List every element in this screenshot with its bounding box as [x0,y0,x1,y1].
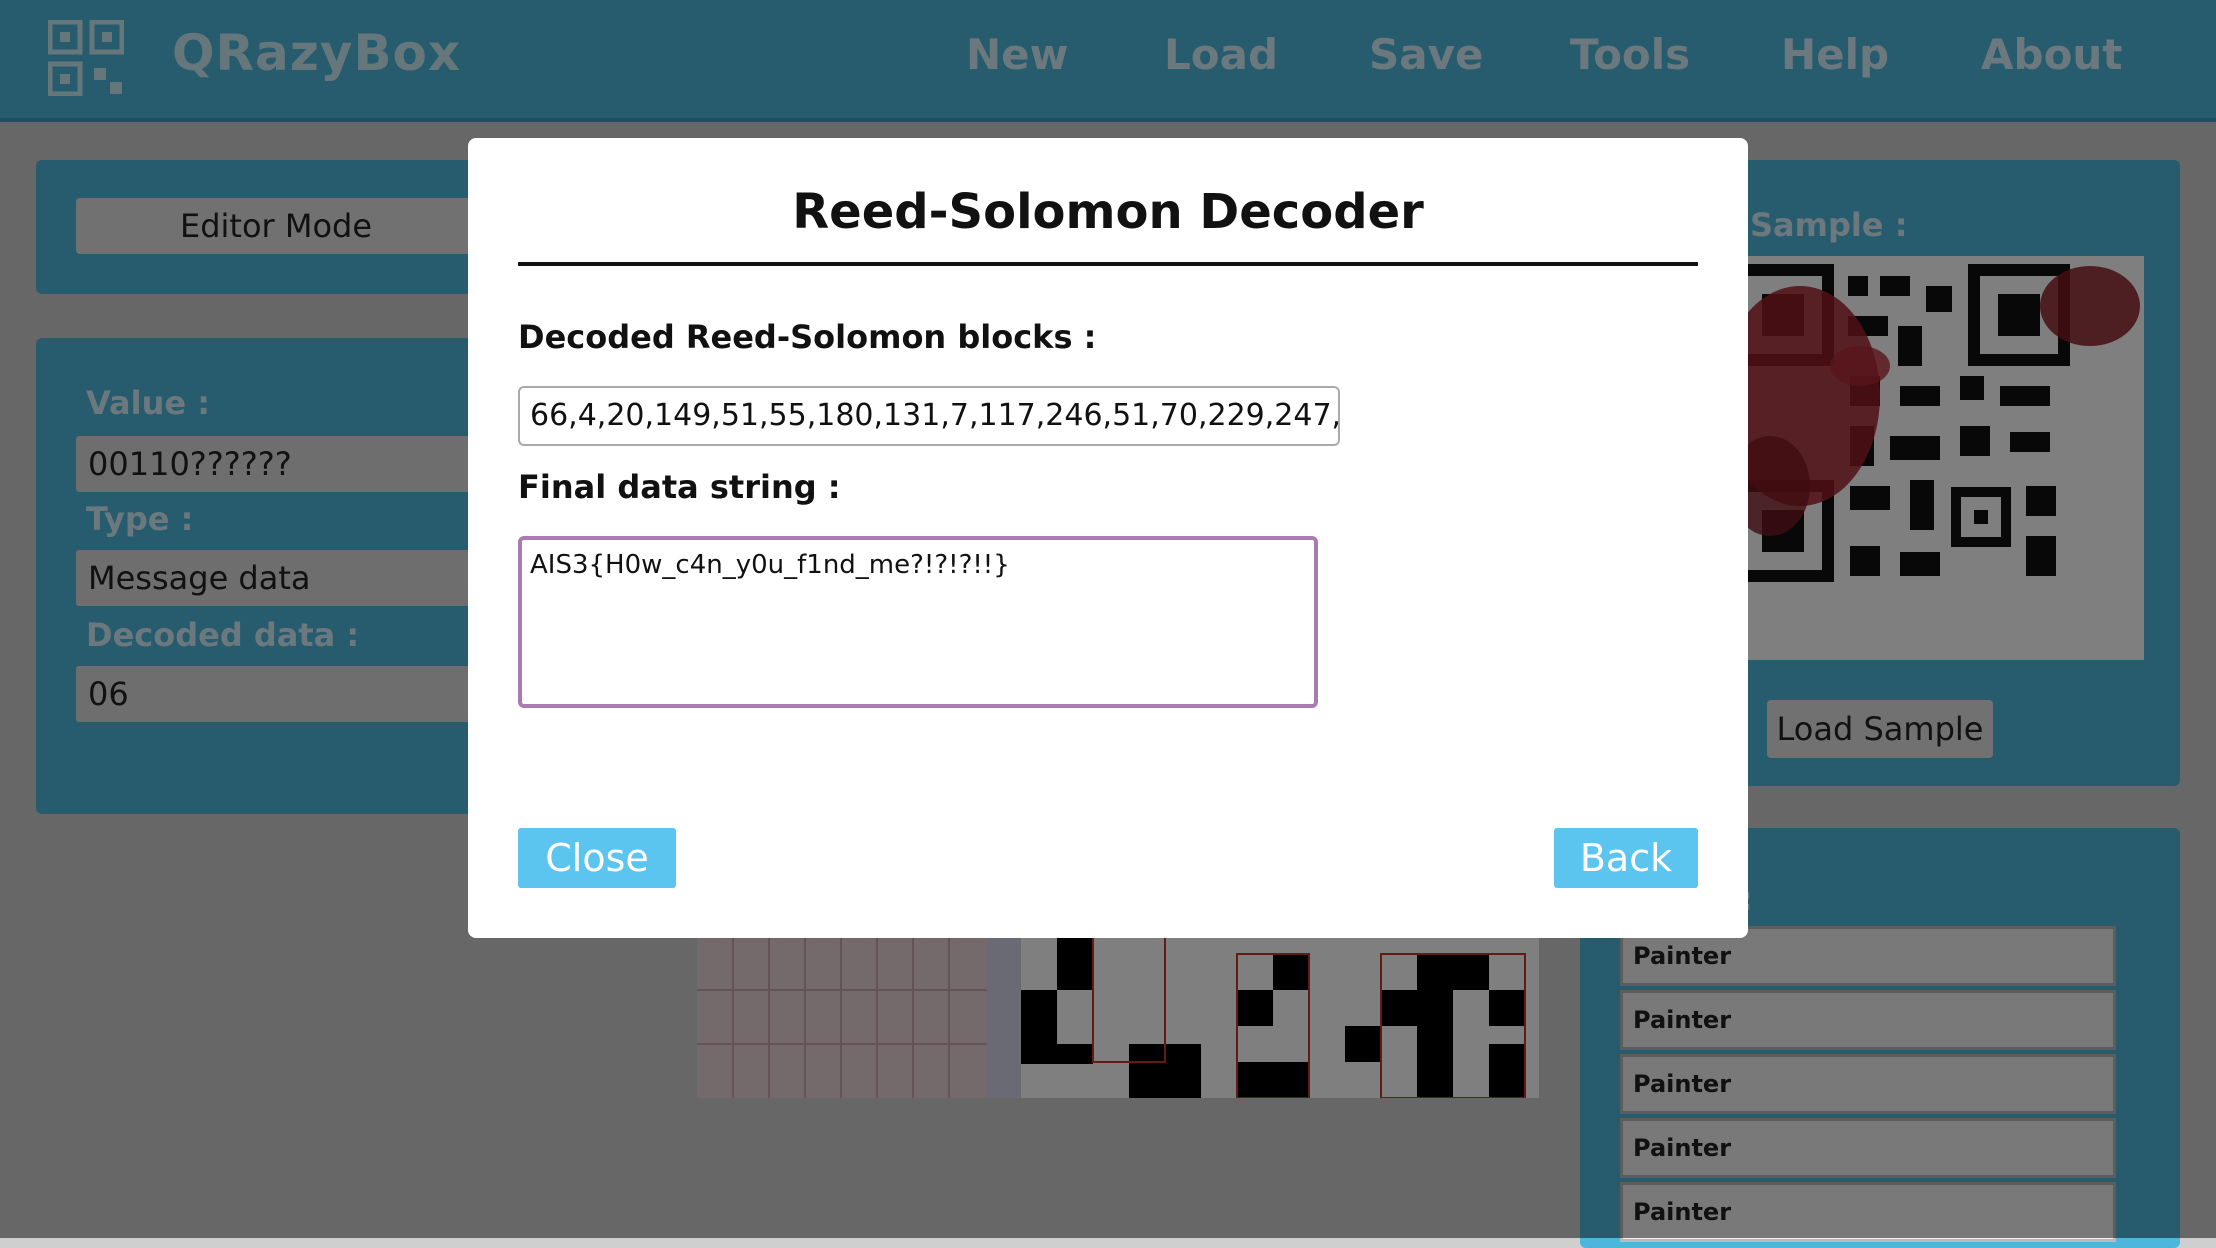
decoded-blocks-input[interactable]: 66,4,20,149,51,55,180,131,7,117,246,51,7… [518,386,1340,446]
close-button[interactable]: Close [518,828,676,888]
final-data-textarea[interactable]: AIS3{H0w_c4n_y0u_f1nd_me?!?!?!!} [518,536,1318,708]
blocks-label: Decoded Reed-Solomon blocks : [518,318,1097,356]
back-button[interactable]: Back [1554,828,1698,888]
final-data-label: Final data string : [518,468,841,506]
title-divider [518,262,1698,266]
reed-solomon-dialog: Reed-Solomon Decoder Decoded Reed-Solomo… [468,138,1748,938]
dialog-title: Reed-Solomon Decoder [792,184,1424,240]
